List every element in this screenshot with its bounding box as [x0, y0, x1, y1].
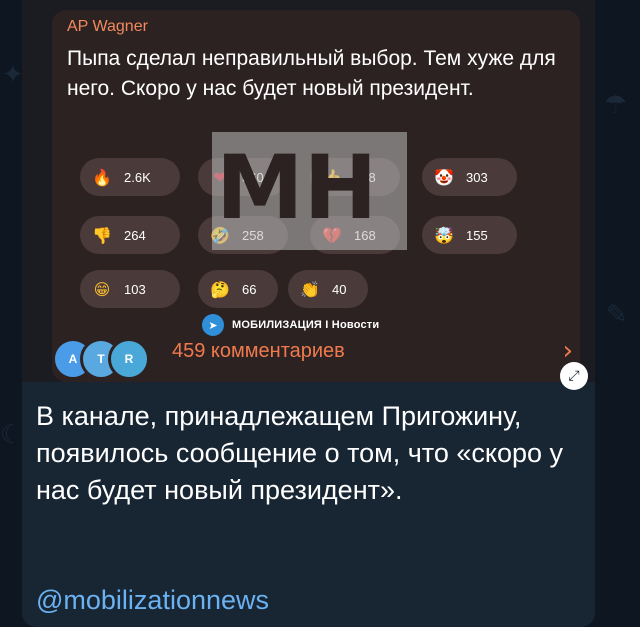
grin-icon: 😁 [93, 279, 111, 299]
comments-link[interactable]: 459 комментариев [172, 340, 345, 363]
reaction-count: 103 [124, 281, 146, 297]
expand-icon[interactable]: ⤢ [560, 362, 588, 390]
message-bubble: AP Wagner Пыпа сделал неправильный выбор… [22, 0, 595, 627]
reaction-count: 40 [332, 281, 347, 297]
reaction-clap[interactable]: 👏 40 [288, 270, 368, 308]
exploding-head-icon: 🤯 [434, 225, 454, 245]
reaction-clown[interactable]: 🤡 303 [422, 158, 517, 196]
reaction-thumbs-down[interactable]: 👎 264 [80, 216, 180, 254]
thinking-icon: 🤔 [210, 279, 230, 299]
channel-row[interactable]: ➤ МОБИЛИЗАЦИЯ I Новости [202, 314, 379, 336]
wallpaper-doodle-icon: ☂ [604, 90, 628, 120]
wallpaper-doodle-icon: ✦ [2, 60, 24, 90]
wallpaper-doodle-icon: ✎ [606, 300, 628, 330]
reaction-count: 155 [466, 227, 488, 243]
reaction-count: 303 [466, 169, 488, 185]
avatar: R [108, 338, 150, 380]
fire-icon: 🔥 [92, 167, 112, 187]
channel-name: МОБИЛИЗАЦИЯ I Новости [232, 319, 380, 331]
wallpaper-doodle-icon: ☾ [0, 420, 24, 450]
clown-icon: 🤡 [434, 167, 454, 187]
message-text: В канале, принадлежащем Пригожину, появи… [36, 401, 564, 505]
reaction-count: 66 [242, 281, 257, 297]
reaction-thinking[interactable]: 🤔 66 [198, 270, 278, 308]
reaction-grin[interactable]: 😁 103 [80, 270, 180, 308]
channel-link[interactable]: @mobilizationnews [36, 585, 269, 616]
quoted-text: Пыпа сделал неправильный выбор. Тем хуже… [67, 47, 556, 100]
reaction-count: 264 [124, 227, 146, 243]
telegram-icon: ➤ [202, 314, 224, 336]
commenter-avatars: A T R [52, 338, 162, 382]
watermark-letters: MH [216, 136, 378, 239]
reaction-count: 2.6K [124, 169, 151, 185]
thumbs-down-icon: 👎 [92, 225, 112, 245]
clap-icon: 👏 [300, 279, 320, 299]
reaction-exploding-head[interactable]: 🤯 155 [422, 216, 517, 254]
sender-name: AP Wagner [67, 18, 148, 35]
embedded-screenshot[interactable]: AP Wagner Пыпа сделал неправильный выбор… [22, 0, 595, 382]
watermark-logo-icon: MH [212, 132, 407, 250]
reaction-fire[interactable]: 🔥 2.6K [80, 158, 180, 196]
